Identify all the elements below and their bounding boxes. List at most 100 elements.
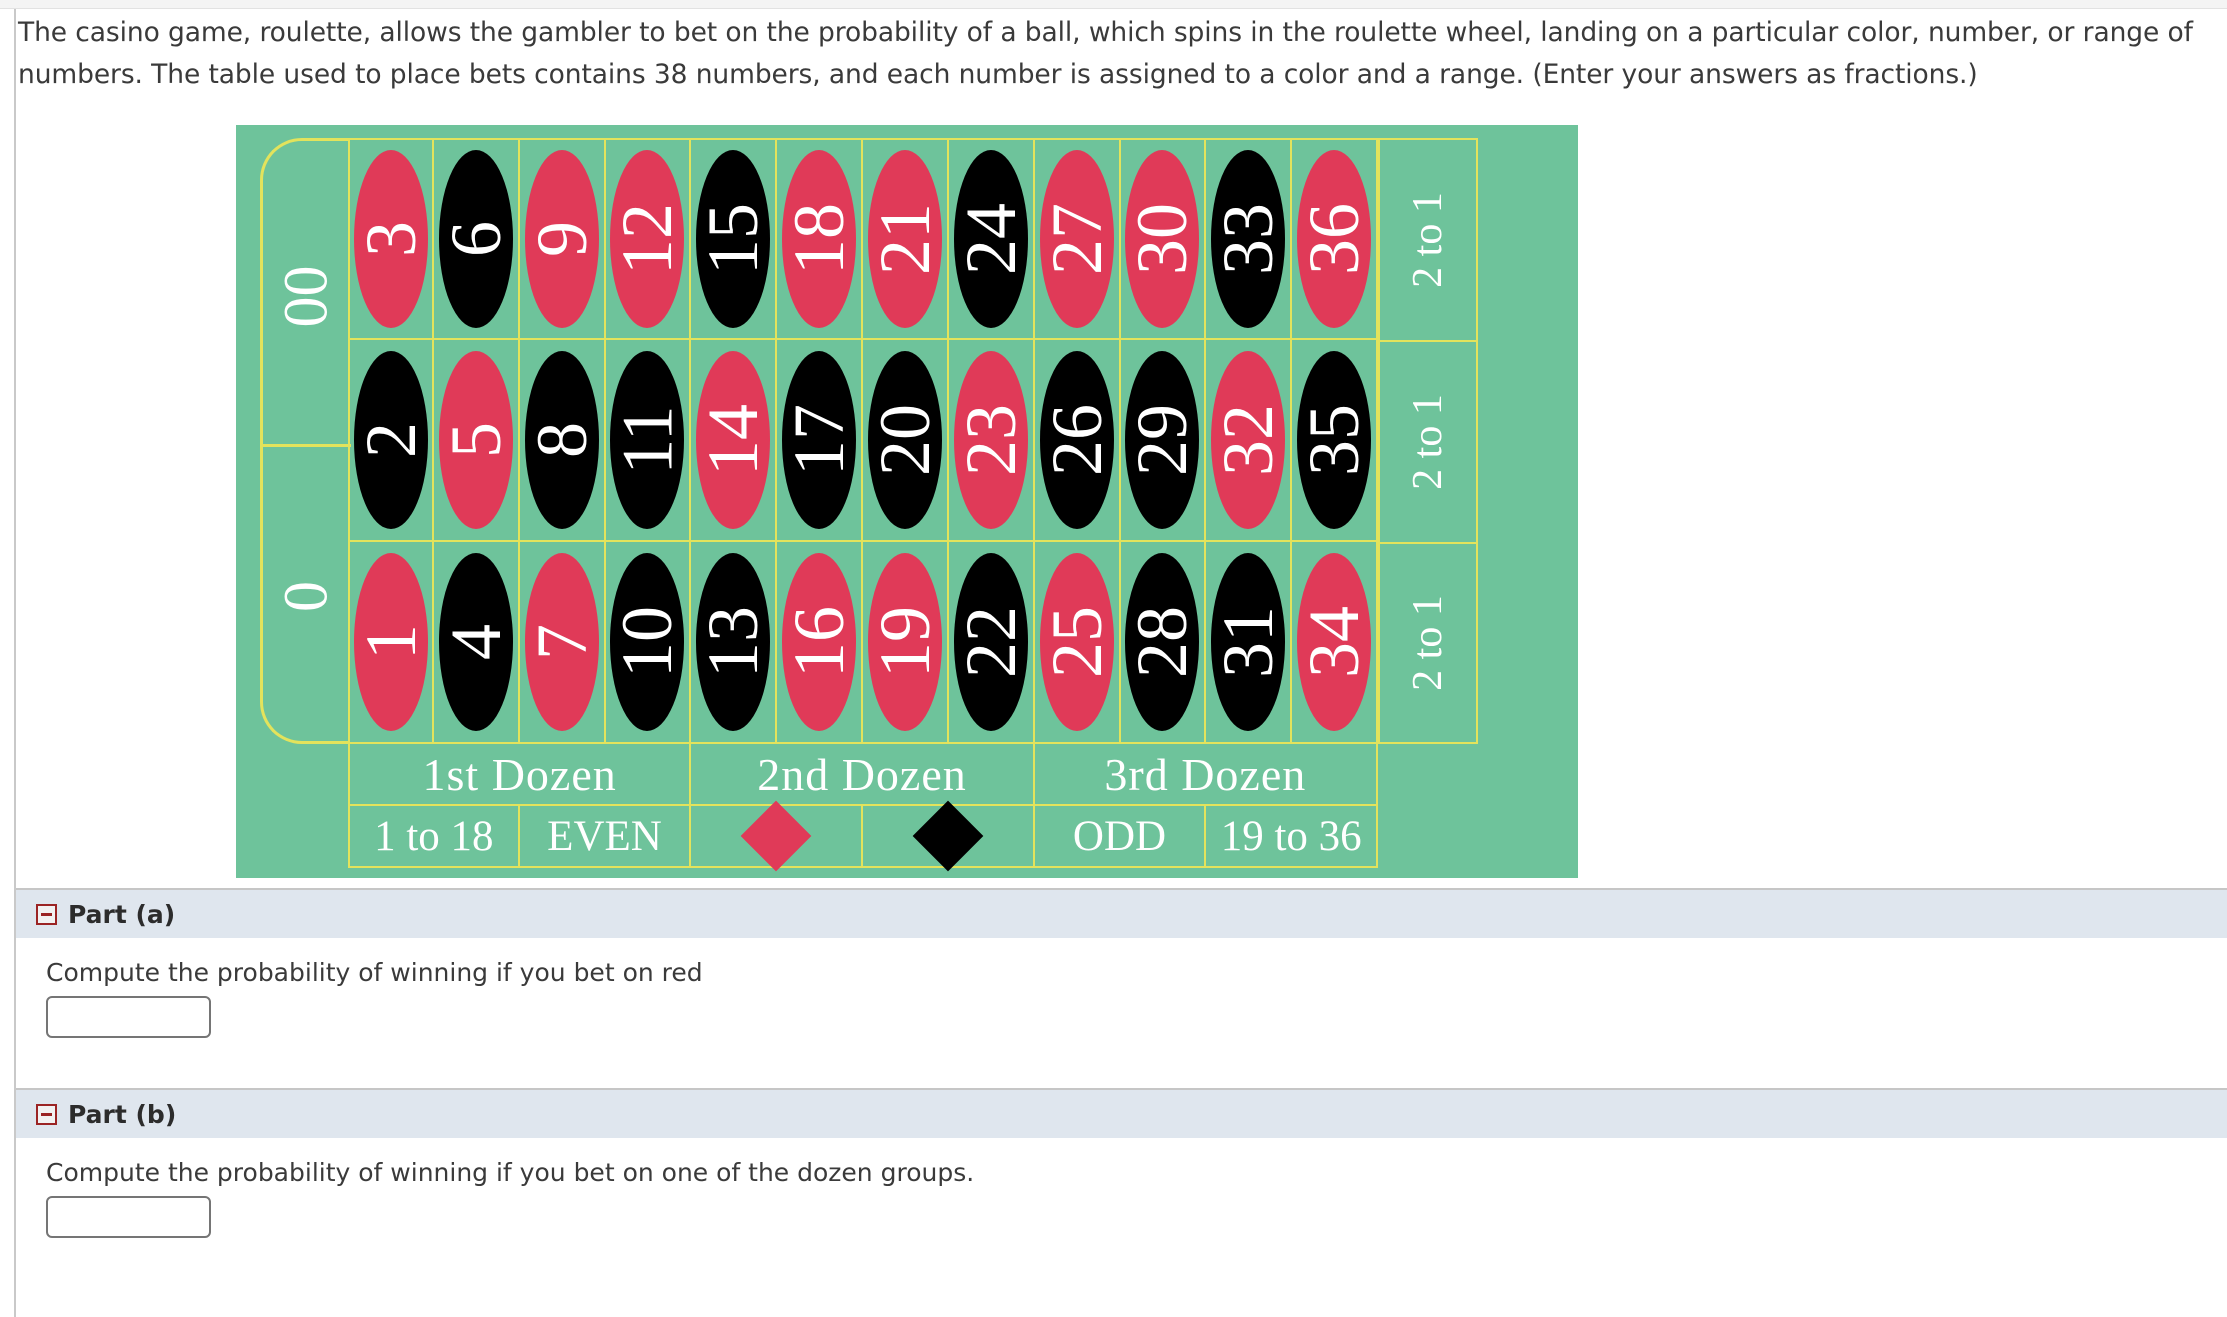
number-cell[interactable]: 20 xyxy=(863,340,949,542)
bet-black[interactable] xyxy=(863,800,1035,872)
number-cell[interactable]: 35 xyxy=(1292,340,1378,542)
pocket-27[interactable]: 27 xyxy=(1037,150,1117,328)
pocket-label: 12 xyxy=(607,203,688,275)
number-cell[interactable]: 29 xyxy=(1120,340,1207,542)
pocket-18[interactable]: 18 xyxy=(779,150,859,328)
number-cell[interactable]: 26 xyxy=(1034,340,1121,542)
number-cell[interactable]: 33 xyxy=(1206,138,1293,340)
pocket-1[interactable]: 1 xyxy=(351,553,431,731)
number-cell[interactable]: 22 xyxy=(948,542,1035,744)
dozen-bets-row: 1st Dozen 2nd Dozen 3rd Dozen xyxy=(348,744,1378,806)
part-b-header[interactable]: Part (b) xyxy=(16,1088,2227,1138)
pocket-35[interactable]: 35 xyxy=(1294,351,1374,529)
number-cell[interactable]: 18 xyxy=(777,138,863,340)
pocket-21[interactable]: 21 xyxy=(865,150,945,328)
question-page: The casino game, roulette, allows the ga… xyxy=(0,0,2227,1317)
pocket-13[interactable]: 13 xyxy=(693,553,773,731)
dozen-bet-2nd[interactable]: 2nd Dozen xyxy=(691,744,1035,806)
pocket-8[interactable]: 8 xyxy=(522,351,602,529)
number-cell[interactable]: 4 xyxy=(433,542,520,744)
collapse-minus-icon[interactable] xyxy=(36,1103,57,1125)
pocket-11[interactable]: 11 xyxy=(607,351,687,529)
number-cell[interactable]: 21 xyxy=(863,138,949,340)
pocket-25[interactable]: 25 xyxy=(1037,553,1117,731)
collapse-minus-icon[interactable] xyxy=(36,903,57,925)
pocket-20[interactable]: 20 xyxy=(864,351,945,529)
pocket-32[interactable]: 32 xyxy=(1208,351,1288,529)
number-cell[interactable]: 17 xyxy=(777,340,863,542)
pocket-23[interactable]: 23 xyxy=(951,351,1031,529)
number-cell[interactable]: 7 xyxy=(519,542,606,744)
pocket-2[interactable]: 2 xyxy=(351,351,431,529)
number-cell[interactable]: 25 xyxy=(1034,542,1121,744)
number-cell[interactable]: 2 xyxy=(348,340,434,542)
pocket-5[interactable]: 5 xyxy=(436,351,516,529)
pocket-10[interactable]: 10 xyxy=(607,553,687,731)
column-bet-middle[interactable]: 2 to 1 xyxy=(1378,340,1478,542)
number-cell[interactable]: 6 xyxy=(433,138,520,340)
bet-red[interactable] xyxy=(691,800,863,872)
number-cell[interactable]: 3 xyxy=(348,138,434,340)
number-cell[interactable]: 16 xyxy=(777,542,863,744)
pocket-14[interactable]: 14 xyxy=(693,351,774,529)
number-cell[interactable]: 19 xyxy=(863,542,949,744)
pocket-3[interactable]: 3 xyxy=(350,150,431,328)
part-a-answer-input[interactable] xyxy=(46,996,211,1038)
number-cell[interactable]: 30 xyxy=(1120,138,1207,340)
pocket-28[interactable]: 28 xyxy=(1122,553,1202,731)
pocket-double-zero[interactable]: 00 xyxy=(272,253,343,341)
pocket-label: 36 xyxy=(1294,203,1375,275)
pocket-26[interactable]: 26 xyxy=(1037,351,1117,529)
number-cell[interactable]: 27 xyxy=(1034,138,1121,340)
pocket-6[interactable]: 6 xyxy=(436,150,516,328)
pocket-9[interactable]: 9 xyxy=(522,150,602,328)
number-cell[interactable]: 23 xyxy=(948,340,1035,542)
number-cell[interactable]: 12 xyxy=(605,138,692,340)
bet-even[interactable]: EVEN xyxy=(519,806,692,868)
number-cell[interactable]: 31 xyxy=(1206,542,1293,744)
pocket-15[interactable]: 15 xyxy=(693,150,773,328)
part-a-header[interactable]: Part (a) xyxy=(16,888,2227,938)
pocket-label: 14 xyxy=(693,404,774,476)
pocket-4[interactable]: 4 xyxy=(436,553,516,731)
bet-19-to-36[interactable]: 19 to 36 xyxy=(1206,806,1378,868)
bet-odd[interactable]: ODD xyxy=(1034,806,1207,868)
pocket-label: 20 xyxy=(864,404,945,476)
pocket-zero[interactable]: 0 xyxy=(272,553,343,641)
number-cell[interactable]: 15 xyxy=(691,138,778,340)
bet-1-to-18[interactable]: 1 to 18 xyxy=(348,806,520,868)
pocket-33[interactable]: 33 xyxy=(1208,150,1288,328)
pocket-34[interactable]: 34 xyxy=(1294,553,1374,731)
number-cell[interactable]: 9 xyxy=(519,138,606,340)
part-b-answer-input[interactable] xyxy=(46,1196,211,1238)
pocket-17[interactable]: 17 xyxy=(779,351,859,529)
pocket-12[interactable]: 12 xyxy=(607,150,688,328)
dozen-bet-3rd[interactable]: 3rd Dozen xyxy=(1034,744,1378,806)
number-cell[interactable]: 32 xyxy=(1206,340,1293,542)
pocket-label: 3 xyxy=(350,221,431,257)
number-cell[interactable]: 24 xyxy=(948,138,1035,340)
number-cell[interactable]: 13 xyxy=(691,542,778,744)
number-cell[interactable]: 5 xyxy=(433,340,520,542)
number-cell[interactable]: 1 xyxy=(348,542,434,744)
pocket-24[interactable]: 24 xyxy=(951,150,1031,328)
pocket-7[interactable]: 7 xyxy=(522,553,602,731)
pocket-31[interactable]: 31 xyxy=(1208,553,1289,731)
number-cell[interactable]: 11 xyxy=(605,340,692,542)
pocket-16[interactable]: 16 xyxy=(779,553,859,731)
dozen-bet-1st[interactable]: 1st Dozen xyxy=(348,744,692,806)
pocket-label: 31 xyxy=(1208,606,1289,678)
pocket-19[interactable]: 19 xyxy=(865,553,945,731)
number-cell[interactable]: 28 xyxy=(1120,542,1207,744)
pocket-36[interactable]: 36 xyxy=(1294,150,1375,328)
column-bet-top[interactable]: 2 to 1 xyxy=(1378,138,1478,340)
column-bet-bottom[interactable]: 2 to 1 xyxy=(1378,542,1478,744)
number-cell[interactable]: 36 xyxy=(1292,138,1378,340)
number-cell[interactable]: 34 xyxy=(1292,542,1378,744)
pocket-29[interactable]: 29 xyxy=(1122,351,1202,529)
number-cell[interactable]: 10 xyxy=(605,542,692,744)
pocket-22[interactable]: 22 xyxy=(951,553,1031,731)
number-cell[interactable]: 8 xyxy=(519,340,606,542)
pocket-30[interactable]: 30 xyxy=(1122,150,1202,328)
number-cell[interactable]: 14 xyxy=(691,340,778,542)
